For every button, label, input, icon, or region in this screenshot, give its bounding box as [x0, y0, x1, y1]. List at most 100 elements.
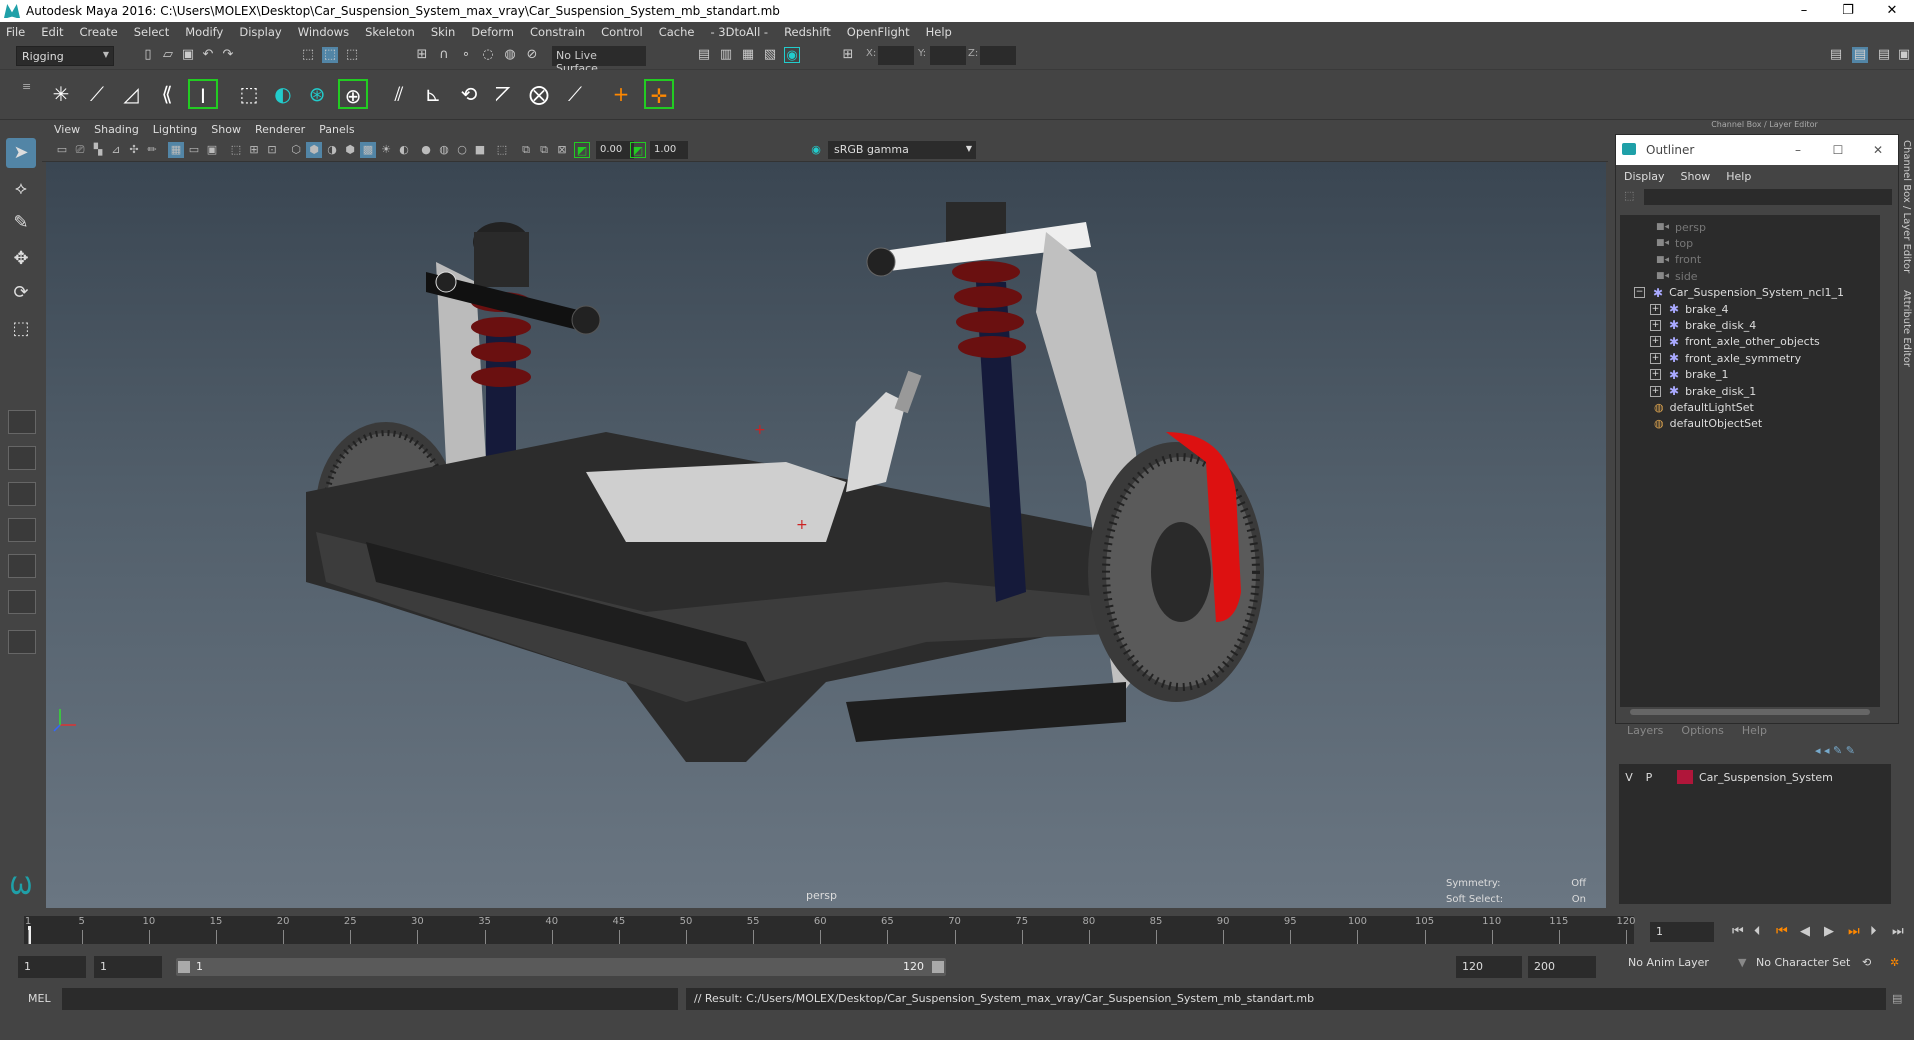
panel-menu-lighting[interactable]: Lighting	[153, 123, 197, 136]
bookmark-icon[interactable]: ▚	[90, 142, 106, 158]
motion-blur-icon[interactable]: ◍	[436, 142, 452, 158]
expand-toggle-icon[interactable]: +	[1650, 369, 1661, 381]
scale-tool-icon[interactable]: ⬚	[6, 314, 36, 344]
persp-outliner-layout-icon[interactable]	[8, 482, 36, 506]
orient-constraint-icon[interactable]: ⦢	[488, 79, 518, 109]
outliner-minimize-button[interactable]: –	[1778, 135, 1818, 165]
resolution-gate-icon[interactable]: ▣	[204, 142, 220, 158]
layer-playback-toggle[interactable]: P	[1639, 771, 1659, 784]
outliner-menu-help[interactable]: Help	[1726, 170, 1751, 183]
persp-graph-layout-icon[interactable]	[8, 518, 36, 542]
expand-toggle-icon[interactable]: +	[1650, 352, 1661, 364]
persp-uv-layout-icon[interactable]	[8, 590, 36, 614]
outliner-menu-show[interactable]: Show	[1681, 170, 1711, 183]
default-material-icon[interactable]: ◑	[324, 142, 340, 158]
xray-icon[interactable]: ⧉	[518, 142, 534, 158]
outliner-vscroll[interactable]	[1880, 215, 1890, 715]
open-scene-icon[interactable]: ▱	[160, 47, 176, 63]
script-language-label[interactable]: MEL	[28, 992, 51, 1005]
expand-toggle-icon[interactable]: +	[1650, 319, 1661, 331]
outliner-hscroll[interactable]	[1620, 707, 1890, 717]
menu-create[interactable]: Create	[80, 25, 118, 39]
screen-space-ao-icon[interactable]: ●	[418, 142, 434, 158]
redo-icon[interactable]: ↷	[220, 47, 236, 63]
toggle-modeling-toolkit-icon[interactable]: ▤	[1828, 47, 1844, 63]
layer-row[interactable]: V P Car_Suspension_System	[1619, 768, 1833, 786]
panel-menu-show[interactable]: Show	[211, 123, 241, 136]
grid-icon[interactable]: ▦	[168, 142, 184, 158]
menu-skin[interactable]: Skin	[431, 25, 455, 39]
textured-icon[interactable]: ▩	[360, 142, 376, 158]
step-back-frame-icon[interactable]: ⏴	[1754, 924, 1761, 939]
parent-constraint-icon[interactable]: ⫽	[384, 79, 414, 109]
rotate-tool-icon[interactable]: ⟳	[6, 278, 36, 308]
layer-menu-layers[interactable]: Layers	[1627, 724, 1663, 740]
orient-joint-icon[interactable]: ⵏ	[188, 79, 218, 109]
wireframe-on-shaded-icon[interactable]: ⬢	[342, 142, 358, 158]
lasso-tool-icon[interactable]: ⟡	[6, 174, 36, 204]
close-button[interactable]: ✕	[1870, 0, 1914, 22]
select-tool-icon[interactable]: ➤	[6, 138, 36, 168]
panel-menu-renderer[interactable]: Renderer	[255, 123, 305, 136]
go-to-end-icon[interactable]: ⏭	[1892, 924, 1904, 939]
shelf-menu-icon[interactable]: ≡	[22, 80, 31, 93]
snap-point-icon[interactable]: ∘	[458, 47, 474, 63]
transform-absolute-icon[interactable]: ⊞	[840, 47, 856, 63]
menu-control[interactable]: Control	[601, 25, 643, 39]
snap-live-icon[interactable]: ⊘	[524, 47, 540, 63]
maximize-button[interactable]: ❐	[1826, 0, 1870, 22]
expand-toggle-icon[interactable]: +	[1650, 385, 1661, 397]
step-back-key-icon[interactable]: ⏮	[1776, 924, 1788, 939]
anti-aliasing-icon[interactable]: ○	[454, 142, 470, 158]
play-backwards-icon[interactable]: ◀	[1800, 924, 1810, 939]
ik-spline-icon[interactable]: ◿	[116, 79, 146, 109]
color-space-dropdown[interactable]: sRGB gamma	[828, 141, 976, 159]
four-view-layout-icon[interactable]	[8, 446, 36, 470]
field-chart-icon[interactable]: ⊞	[246, 142, 262, 158]
playback-start-field[interactable]: 1	[94, 956, 162, 978]
wireframe-icon[interactable]: ⬡	[288, 142, 304, 158]
snap-surface-icon[interactable]: ◍	[502, 47, 518, 63]
gamma-icon[interactable]: ◩	[630, 142, 646, 158]
render-view-icon[interactable]: ▤	[696, 47, 712, 63]
menu-select[interactable]: Select	[134, 25, 169, 39]
expand-toggle-icon[interactable]: +	[1650, 336, 1661, 348]
play-forwards-icon[interactable]: ▶	[1824, 924, 1834, 939]
minimize-button[interactable]: –	[1782, 0, 1826, 22]
menu-deform[interactable]: Deform	[471, 25, 514, 39]
channel-box-tab[interactable]: Channel Box / Layer Editor	[1901, 140, 1912, 273]
layer-menu-help[interactable]: Help	[1742, 724, 1767, 740]
anim-layer-arrow-icon[interactable]: ▼	[1738, 956, 1746, 969]
shadows-icon[interactable]: ◐	[396, 142, 412, 158]
panel-menu-panels[interactable]: Panels	[319, 123, 354, 136]
locator-icon[interactable]: +	[606, 79, 636, 109]
film-gate-icon[interactable]: ▭	[186, 142, 202, 158]
outliner-close-button[interactable]: ✕	[1858, 135, 1898, 165]
isolate-select-icon[interactable]: ⬚	[494, 142, 510, 158]
timeline-ruler[interactable]: 1 5 10 15 20 25 30 35 40 45 50 55 60 65 70 75 80 85 90 95 10…	[24, 916, 1636, 944]
smooth-bind-icon[interactable]: ◐	[268, 79, 298, 109]
menu-modify[interactable]: Modify	[185, 25, 223, 39]
exposure-icon[interactable]: ◩	[574, 142, 590, 158]
toggle-channel-box-icon[interactable]: ▣	[1896, 47, 1912, 63]
ik-handle-icon[interactable]: ⟋	[82, 79, 112, 109]
menu-redshift[interactable]: Redshift	[784, 25, 831, 39]
outliner-maximize-button[interactable]: ☐	[1818, 135, 1858, 165]
camera-select-icon[interactable]: ▭	[54, 142, 70, 158]
interactive-bind-icon[interactable]: ⊛	[302, 79, 332, 109]
viewport-persp[interactable]: + + Symmetry: Off Soft Select: On persp	[46, 162, 1606, 908]
save-scene-icon[interactable]: ▣	[180, 47, 196, 63]
z-field[interactable]	[980, 46, 1016, 65]
select-hierarchy-icon[interactable]: ⬚	[300, 47, 316, 63]
outliner-menu-display[interactable]: Display	[1624, 170, 1665, 183]
animation-end-field[interactable]: 200	[1528, 956, 1596, 978]
safe-action-icon[interactable]: ⊡	[264, 142, 280, 158]
hypershade-icon[interactable]: ◉	[784, 47, 800, 63]
single-perspective-layout-icon[interactable]	[8, 410, 36, 434]
select-object-icon[interactable]: ⬚	[322, 47, 338, 63]
menu-cache[interactable]: Cache	[659, 25, 695, 39]
use-all-lights-icon[interactable]: ☀	[378, 142, 394, 158]
layer-menu-options[interactable]: Options	[1681, 724, 1723, 740]
layer-color-swatch[interactable]	[1677, 770, 1693, 784]
live-surface-field[interactable]: No Live Surface	[552, 46, 646, 75]
